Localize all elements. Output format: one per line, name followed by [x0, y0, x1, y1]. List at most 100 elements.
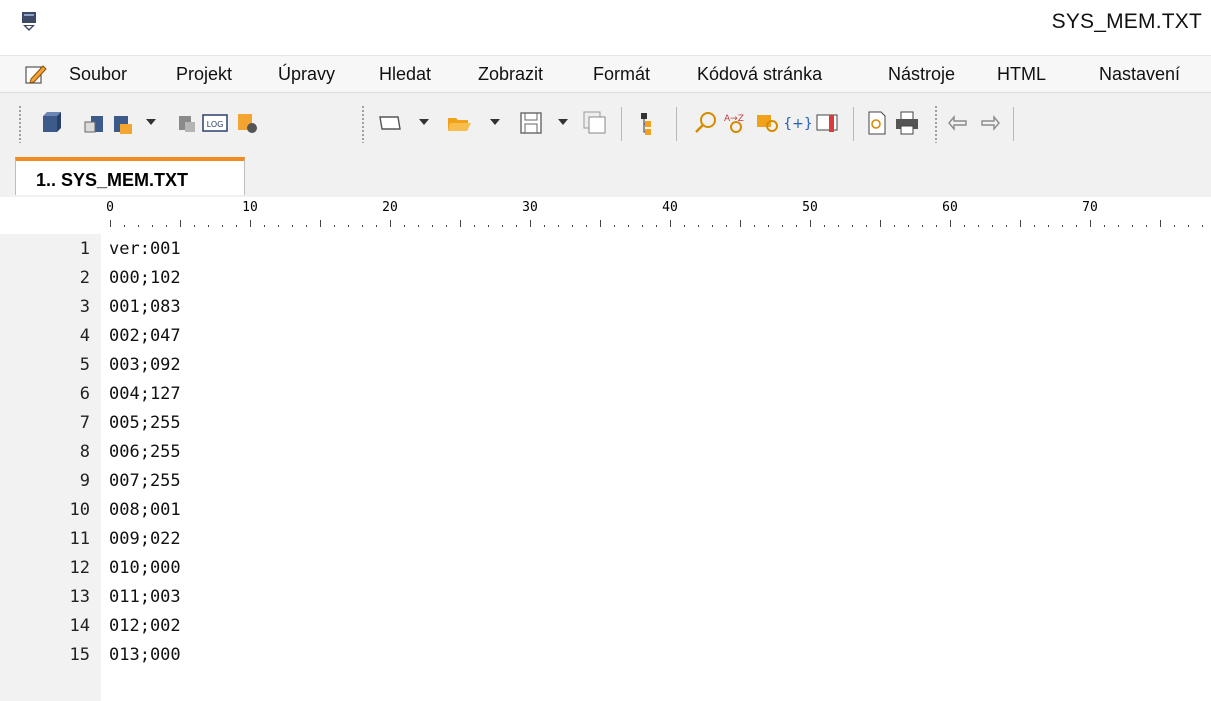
find-in-files-icon[interactable]	[755, 110, 781, 136]
bookmark-icon[interactable]	[814, 110, 840, 136]
ruler-tick	[838, 225, 839, 227]
new-file-icon[interactable]	[377, 110, 403, 136]
ruler-tick	[1104, 225, 1105, 227]
line-number: 10	[69, 500, 90, 520]
editor-line[interactable]: 11 009;022	[0, 524, 1211, 553]
ruler-tick	[1006, 225, 1007, 227]
menu-format[interactable]: Formát	[593, 64, 650, 85]
redo-icon[interactable]	[976, 110, 1002, 136]
project-icon[interactable]	[37, 110, 63, 136]
line-text[interactable]: 003;092	[109, 355, 181, 375]
menu-kodova-stranka[interactable]: Kódová stránka	[697, 64, 822, 85]
ruler-tick	[502, 225, 503, 227]
save-project-icon[interactable]	[108, 110, 134, 136]
ruler-tick	[124, 225, 125, 227]
line-text[interactable]: 005;255	[109, 413, 181, 433]
editor-line[interactable]: 15 013;000	[0, 640, 1211, 669]
project-settings-icon[interactable]	[234, 110, 260, 136]
line-text[interactable]: ver:001	[109, 239, 181, 259]
editor-area[interactable]: 1 ver:001 2 000;102 3 001;083 4 002;047 5 003;092…	[0, 234, 1211, 701]
ruler-tick	[628, 225, 629, 227]
ruler-tick	[488, 225, 489, 227]
menu-projekt[interactable]: Projekt	[176, 64, 232, 85]
line-text[interactable]: 007;255	[109, 471, 181, 491]
save-project-dropdown-arrow[interactable]	[146, 119, 156, 125]
tree-view-icon[interactable]	[632, 110, 658, 136]
save-all-icon[interactable]	[582, 110, 608, 136]
tab-sys-mem[interactable]: 1.. SYS_MEM.TXT	[15, 157, 245, 195]
menu-upravy[interactable]: Úpravy	[278, 64, 335, 85]
ruler-tick	[208, 225, 209, 227]
line-number: 2	[79, 268, 90, 288]
undo-icon[interactable]	[946, 110, 972, 136]
menu-hledat[interactable]: Hledat	[379, 64, 431, 85]
editor-line[interactable]: 5 003;092	[0, 350, 1211, 379]
editor-line[interactable]: 14 012;002	[0, 611, 1211, 640]
editor-line[interactable]: 13 011;003	[0, 582, 1211, 611]
toolbar-grip[interactable]	[18, 105, 22, 143]
ruler-tick	[880, 220, 881, 227]
save-icon[interactable]	[518, 110, 544, 136]
line-text[interactable]: 006;255	[109, 442, 181, 462]
ruler-label: 50	[802, 200, 818, 215]
column-ruler: 0 10 20 30 40 50 60 70	[0, 197, 1211, 234]
editor-line[interactable]: 4 002;047	[0, 321, 1211, 350]
line-text[interactable]: 012;002	[109, 616, 181, 636]
line-text[interactable]: 008;001	[109, 500, 181, 520]
editor-line[interactable]: 2 000;102	[0, 263, 1211, 292]
new-file-dropdown-arrow[interactable]	[419, 119, 429, 125]
editor-line[interactable]: 3 001;083	[0, 292, 1211, 321]
editor-line[interactable]: 12 010;000	[0, 553, 1211, 582]
ruler-tick	[376, 225, 377, 227]
print-preview-icon[interactable]	[864, 110, 890, 136]
menu-zobrazit[interactable]: Zobrazit	[478, 64, 543, 85]
line-number: 15	[69, 645, 90, 665]
edit-pencil-icon[interactable]	[25, 63, 47, 85]
ruler-tick	[390, 220, 391, 227]
title-bar: SYS_MEM.TXT	[0, 0, 1211, 52]
print-icon[interactable]	[894, 110, 920, 136]
line-text[interactable]: 001;083	[109, 297, 181, 317]
line-text[interactable]: 002;047	[109, 326, 181, 346]
menu-nastaveni[interactable]: Nastavení	[1099, 64, 1180, 85]
line-text[interactable]: 004;127	[109, 384, 181, 404]
line-number: 1	[79, 239, 90, 259]
close-project-icon[interactable]	[173, 110, 199, 136]
search-icon[interactable]	[693, 110, 719, 136]
ruler-label: 10	[242, 200, 258, 215]
ruler-tick	[1076, 225, 1077, 227]
open-file-dropdown-arrow[interactable]	[490, 119, 500, 125]
line-text[interactable]: 000;102	[109, 268, 181, 288]
replace-icon[interactable]: A→Z	[722, 110, 748, 136]
line-text[interactable]: 013;000	[109, 645, 181, 665]
toolbar-grip-2[interactable]	[361, 105, 365, 143]
ruler-label: 70	[1082, 200, 1098, 215]
line-number: 4	[79, 326, 90, 346]
ruler-tick	[418, 225, 419, 227]
line-text[interactable]: 011;003	[109, 587, 181, 607]
save-dropdown-arrow[interactable]	[558, 119, 568, 125]
ruler-tick	[796, 225, 797, 227]
open-project-icon[interactable]	[83, 110, 109, 136]
menu-html[interactable]: HTML	[997, 64, 1046, 85]
editor-line[interactable]: 6 004;127	[0, 379, 1211, 408]
editor-line[interactable]: 1 ver:001	[0, 234, 1211, 263]
editor-line[interactable]: 10 008;001	[0, 495, 1211, 524]
ruler-tick	[1146, 225, 1147, 227]
ruler-tick	[810, 220, 811, 227]
menu-soubor[interactable]: Soubor	[69, 64, 127, 85]
menu-nastroje[interactable]: Nástroje	[888, 64, 955, 85]
window-title: SYS_MEM.TXT	[1051, 10, 1202, 33]
line-text[interactable]: 010;000	[109, 558, 181, 578]
ruler-tick	[1048, 225, 1049, 227]
line-text[interactable]: 009;022	[109, 529, 181, 549]
brackets-icon[interactable]: {+}	[785, 110, 811, 136]
toolbar-grip-3[interactable]	[934, 105, 938, 143]
editor-line[interactable]: 8 006;255	[0, 437, 1211, 466]
log-icon[interactable]: LOG	[202, 110, 228, 136]
ruler-tick	[824, 225, 825, 227]
svg-text:LOG: LOG	[207, 120, 224, 129]
open-file-icon[interactable]	[446, 110, 472, 136]
editor-line[interactable]: 9 007;255	[0, 466, 1211, 495]
editor-line[interactable]: 7 005;255	[0, 408, 1211, 437]
